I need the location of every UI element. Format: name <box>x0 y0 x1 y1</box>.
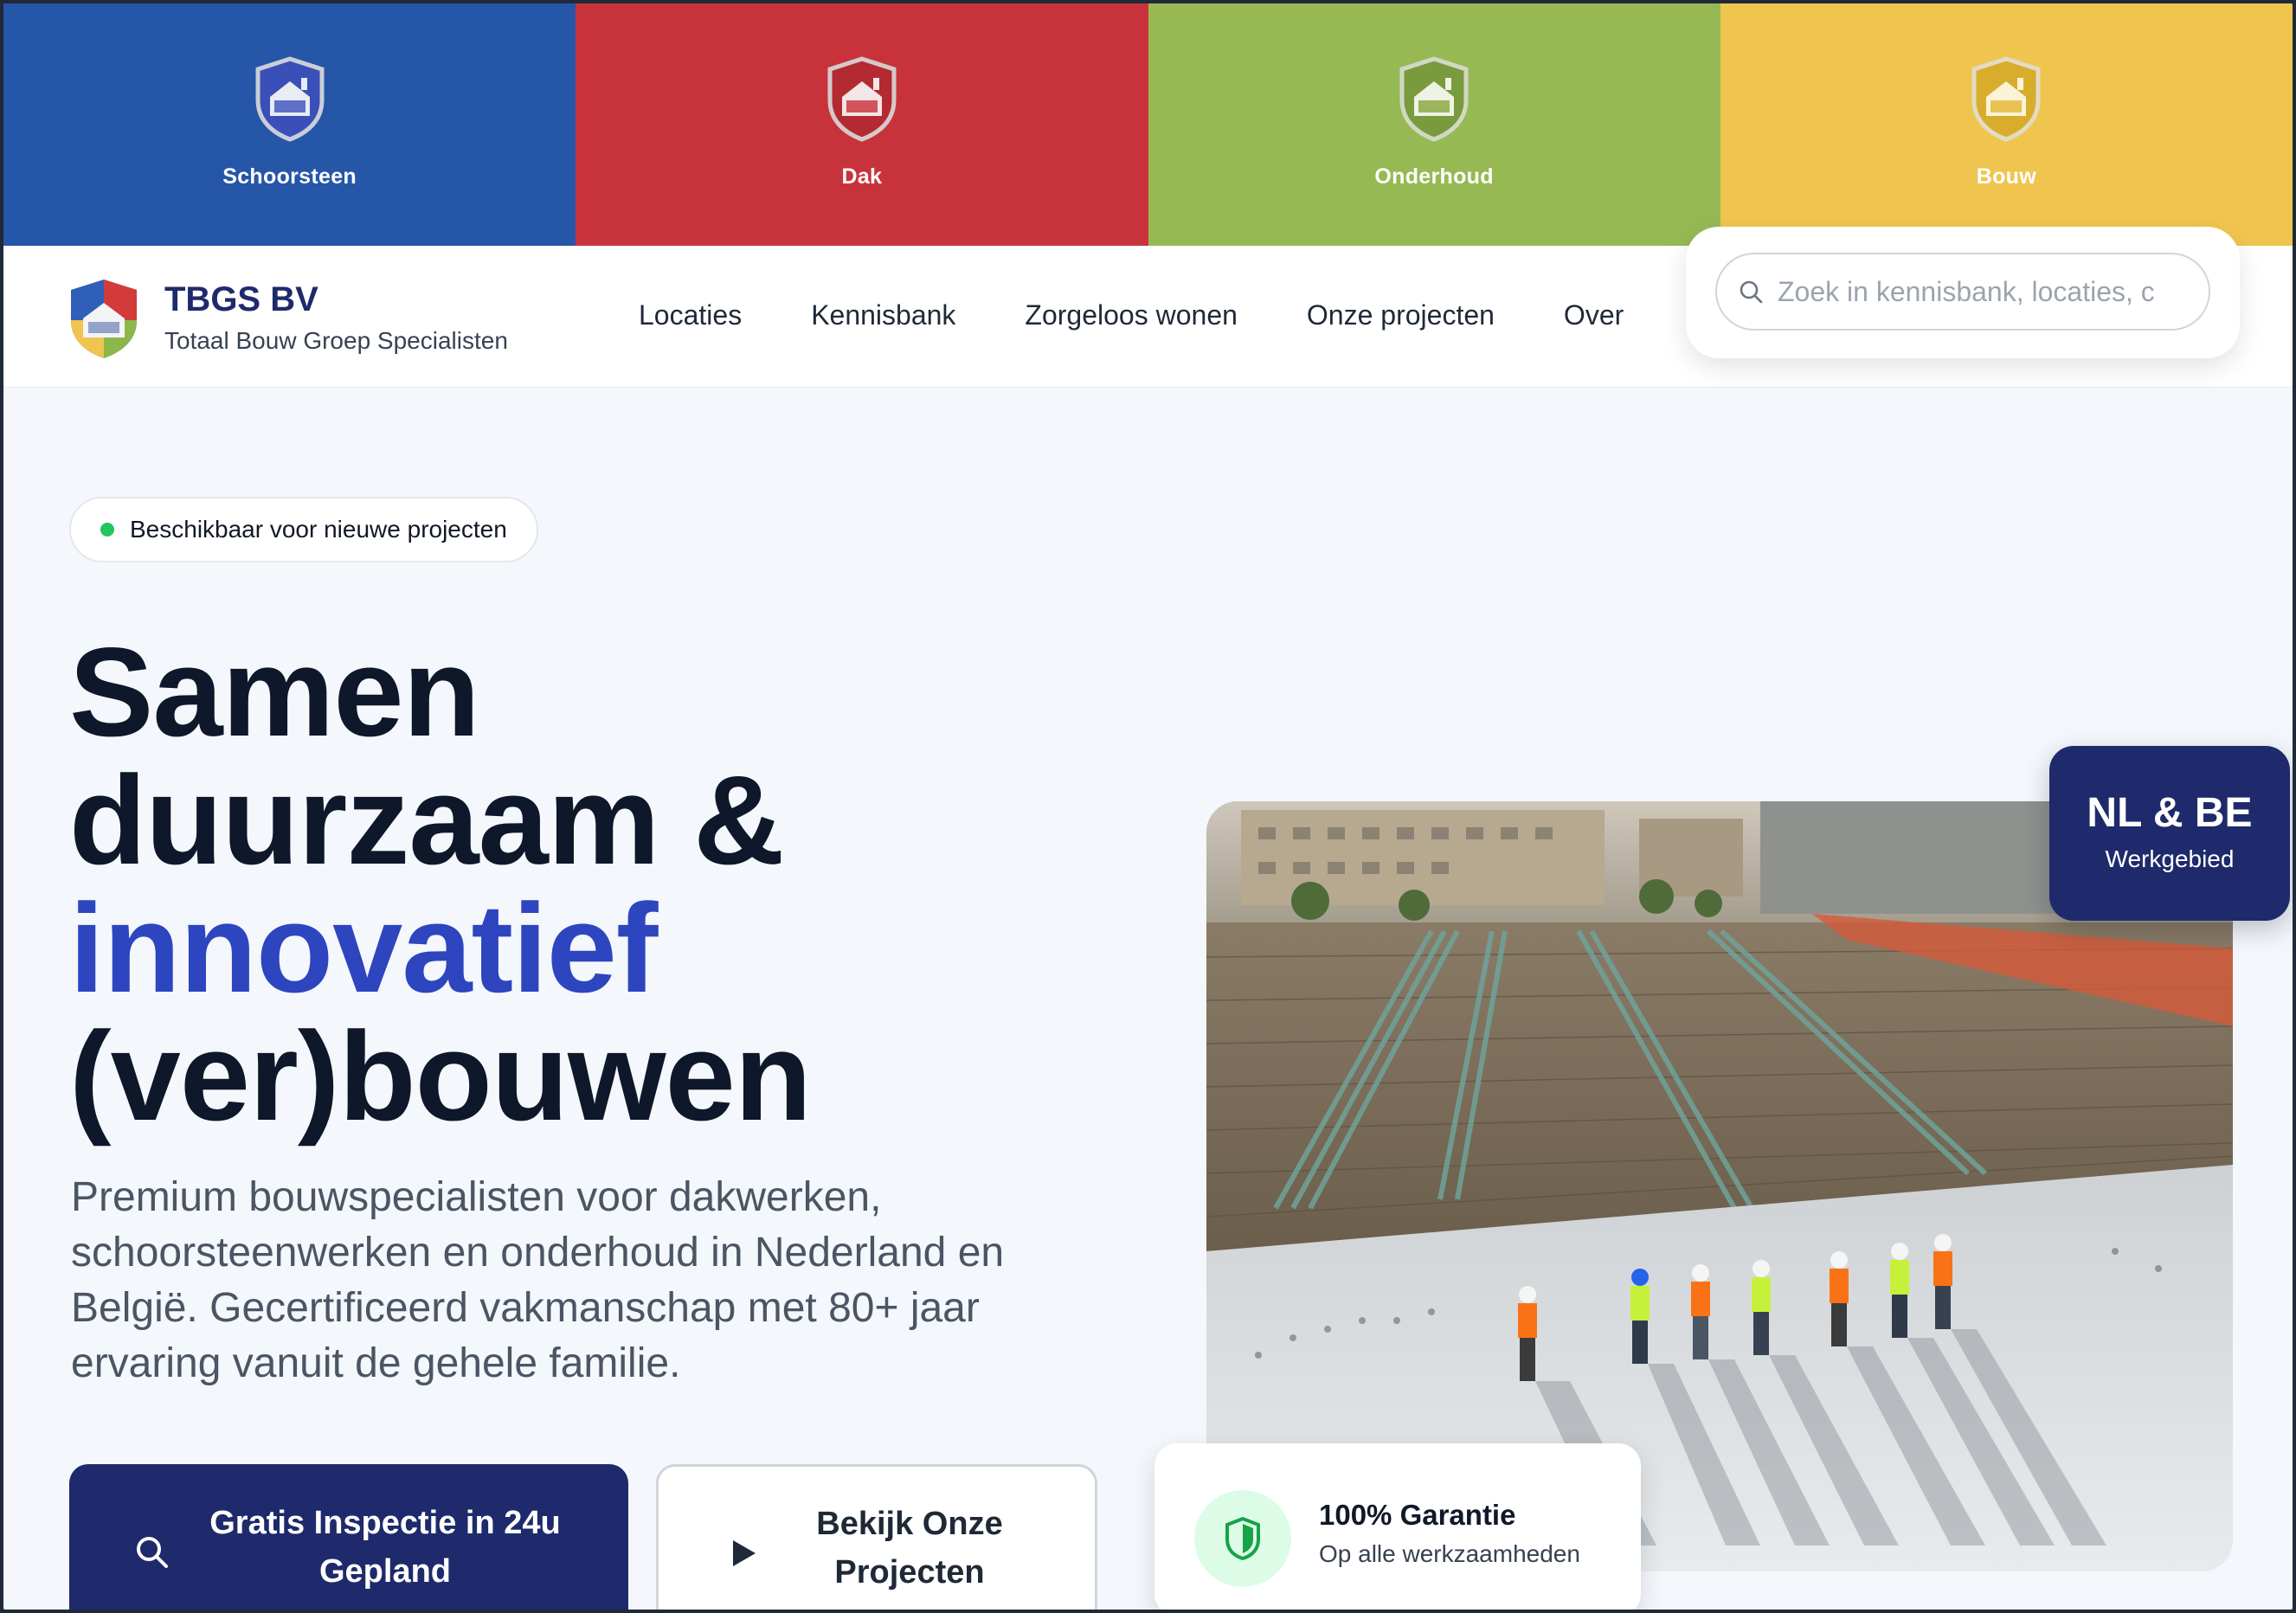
page-frame: Schoorsteen Dak Onderhoud Bouw TBGS BV T… <box>3 3 2293 1610</box>
nav-locaties[interactable]: Locaties <box>639 299 742 331</box>
division-label: Dak <box>841 164 883 189</box>
view-projects-button[interactable]: Bekijk Onze Projecten <box>656 1464 1097 1610</box>
tbgs-logo-icon[interactable] <box>68 277 140 360</box>
search-input[interactable] <box>1778 275 2158 308</box>
headline-line-3: (ver)bouwen <box>69 1006 812 1147</box>
hero-intro: Premium bouwspecialisten voor dakwerken,… <box>71 1174 1005 1386</box>
main-nav: Locaties Kennisbank Zorgeloos wonen Onze… <box>639 299 1624 331</box>
headline-line-2: duurzaam & <box>69 749 785 890</box>
play-icon <box>733 1540 756 1566</box>
view-projects-label: Bekijk Onze Projecten <box>816 1506 1003 1591</box>
division-label: Bouw <box>1976 164 2036 189</box>
guarantee-card: 100% Garantie Op alle werkzaamheden <box>1154 1443 1641 1610</box>
tbgs-shield-yellow-icon <box>1971 56 2041 142</box>
tbgs-shield-green-icon <box>1399 56 1469 142</box>
division-bar: Schoorsteen Dak Onderhoud Bouw <box>3 3 2293 246</box>
free-inspection-label: Gratis Inspectie in 24u Gepland <box>209 1505 561 1590</box>
tbgs-shield-red-icon <box>827 56 897 142</box>
status-dot <box>100 523 114 537</box>
region-subtitle: Werkgebied <box>2105 845 2235 872</box>
division-onderhoud[interactable]: Onderhoud <box>1148 3 1720 246</box>
headline-line-1: Samen <box>69 621 480 762</box>
guarantee-subtitle: Op alle werkzaamheden <box>1319 1540 1580 1567</box>
division-label: Schoorsteen <box>222 164 357 189</box>
headline-accent: innovatief <box>69 877 659 1019</box>
search-field[interactable] <box>1715 253 2210 331</box>
division-dak[interactable]: Dak <box>576 3 1148 246</box>
division-schoorsteen[interactable]: Schoorsteen <box>3 3 576 246</box>
brand-name[interactable]: TBGS BV <box>164 280 318 319</box>
nav-onze-projecten[interactable]: Onze projecten <box>1307 299 1495 331</box>
guarantee-title: 100% Garantie <box>1319 1499 1516 1531</box>
availability-text: Beschikbaar voor nieuwe projecten <box>130 516 507 543</box>
search-icon <box>1740 280 1763 304</box>
shield-icon <box>1225 1517 1260 1560</box>
search-popover <box>1686 227 2240 358</box>
free-inspection-button[interactable]: Gratis Inspectie in 24u Gepland <box>69 1464 628 1610</box>
availability-badge: Beschikbaar voor nieuwe projecten <box>69 497 538 562</box>
division-label: Onderhoud <box>1374 164 1494 189</box>
division-bouw[interactable]: Bouw <box>1720 3 2293 246</box>
region-title: NL & BE <box>2087 790 2253 836</box>
search-icon <box>137 1537 168 1568</box>
hero-headline: Samen duurzaam & innovatief (ver)bouwen <box>69 621 812 1147</box>
tbgs-shield-blue-icon <box>255 56 325 142</box>
nav-zorgeloos-wonen[interactable]: Zorgeloos wonen <box>1025 299 1237 331</box>
guarantee-icon-circle <box>1194 1490 1291 1587</box>
brand-tagline: Totaal Bouw Groep Specialisten <box>164 327 508 354</box>
nav-kennisbank[interactable]: Kennisbank <box>811 299 955 331</box>
nav-over[interactable]: Over <box>1564 299 1624 331</box>
region-card: NL & BE Werkgebied <box>2049 746 2290 921</box>
